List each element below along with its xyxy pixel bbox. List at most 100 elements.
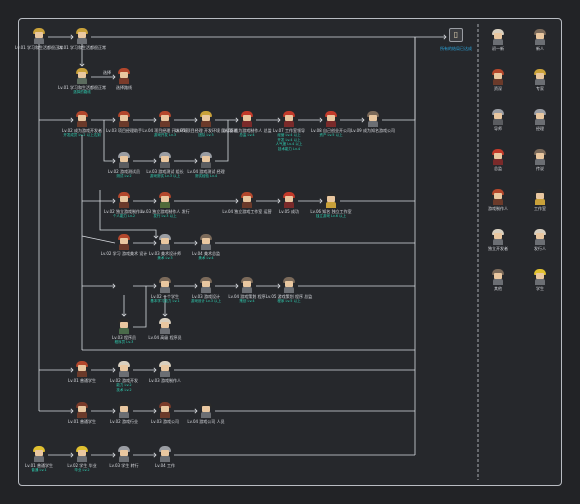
end-node[interactable]: ▯ bbox=[449, 28, 463, 42]
character-sprite-icon bbox=[117, 446, 131, 462]
character-sprite-icon bbox=[158, 277, 172, 293]
legend-label: 传说 bbox=[536, 166, 544, 171]
legend-item: 游戏制作人 bbox=[478, 189, 518, 211]
character-sprite-icon bbox=[158, 446, 172, 462]
legend-item: 经理 bbox=[520, 109, 560, 131]
career-node[interactable]: Lv.04 高级 程序员 bbox=[130, 318, 200, 340]
legend-item: 专家 bbox=[520, 69, 560, 91]
legend-label: 总监 bbox=[494, 166, 502, 171]
character-sprite-icon bbox=[240, 277, 254, 293]
character-sprite-icon bbox=[117, 318, 131, 334]
character-sprite-icon bbox=[158, 192, 172, 208]
character-sprite-icon bbox=[75, 361, 89, 377]
legend-label: 初一新 bbox=[492, 46, 504, 51]
character-sprite-icon bbox=[32, 28, 46, 44]
character-sprite-icon bbox=[117, 361, 131, 377]
node-label: Lv.01 学习和生活都很正常 bbox=[58, 45, 106, 50]
node-label: Lv.03 游戏制作人 bbox=[149, 378, 181, 383]
character-sprite-icon bbox=[158, 361, 172, 377]
character-sprite-icon bbox=[240, 111, 254, 127]
character-sprite-icon bbox=[199, 152, 213, 168]
legend-label: 新人 bbox=[536, 46, 544, 51]
character-sprite-icon bbox=[282, 277, 296, 293]
legend-label: 导师 bbox=[494, 126, 502, 131]
legend-sprite-icon bbox=[491, 29, 505, 45]
node-requirement: 资产 Lv.5 以上 bbox=[319, 133, 343, 137]
legend-sprite-icon bbox=[533, 149, 547, 165]
node-requirement: 独立游戏 Lv.6 以上 bbox=[315, 214, 347, 218]
career-node[interactable]: Lv.03 独立游戏制作人 发行 发行 Lv.3 以上 bbox=[130, 192, 200, 219]
end-node-label: 所有的结局已达成 bbox=[440, 46, 472, 51]
node-requirement: 程序 Lv.5 以上 bbox=[277, 299, 301, 303]
character-sprite-icon bbox=[158, 318, 172, 334]
legend-sprite-icon bbox=[533, 29, 547, 45]
career-node[interactable]: Lv.04 工作 bbox=[130, 446, 200, 468]
character-sprite-icon bbox=[324, 111, 338, 127]
legend-item: 发行人 bbox=[520, 229, 560, 251]
character-sprite-icon bbox=[32, 446, 46, 462]
legend-item: 新人 bbox=[520, 29, 560, 51]
character-sprite-icon bbox=[75, 111, 89, 127]
legend-label: 发行人 bbox=[534, 246, 546, 251]
legend-item: 学生 bbox=[520, 269, 560, 291]
legend-sprite-icon bbox=[491, 149, 505, 165]
legend-label: 独立开发者 bbox=[488, 246, 508, 251]
legend-label: 经理 bbox=[536, 126, 544, 131]
character-sprite-icon bbox=[117, 234, 131, 250]
node-requirement: 测试经验 Lv.4 bbox=[194, 174, 218, 178]
edge-note: 选择 bbox=[103, 70, 111, 75]
career-node[interactable]: Lv.04 游戏测试 经理 测试经验 Lv.4 bbox=[171, 152, 241, 179]
character-sprite-icon bbox=[282, 192, 296, 208]
character-sprite-icon bbox=[366, 111, 380, 127]
legend-sprite-icon bbox=[491, 189, 505, 205]
legend-item: 初一新 bbox=[478, 29, 518, 51]
character-sprite-icon bbox=[75, 402, 89, 418]
character-sprite-icon bbox=[240, 192, 254, 208]
legend-sprite-icon bbox=[533, 189, 547, 205]
legend-item: 总监 bbox=[478, 149, 518, 171]
character-sprite-icon bbox=[199, 402, 213, 418]
character-sprite-icon bbox=[158, 234, 172, 250]
character-sprite-icon bbox=[282, 111, 296, 127]
legend-sprite-icon bbox=[533, 269, 547, 285]
legend-item: 其他 bbox=[478, 269, 518, 291]
node-requirement: 美术 Lv.4 bbox=[198, 256, 214, 260]
legend-label: 专家 bbox=[536, 86, 544, 91]
legend-item: 工作室 bbox=[520, 189, 560, 211]
career-node[interactable]: Lv.09 成为知名游戏公司 bbox=[338, 111, 408, 133]
node-requirement: 毕业 Lv.2 bbox=[74, 468, 90, 472]
legend-item: 传说 bbox=[520, 149, 560, 171]
legend-label: 资深 bbox=[494, 86, 502, 91]
node-requirement: 选择的路线 bbox=[73, 90, 91, 94]
character-sprite-icon bbox=[117, 68, 131, 84]
node-label: Lv.09 成为知名游戏公司 bbox=[351, 128, 395, 133]
character-sprite-icon bbox=[117, 152, 131, 168]
character-sprite-icon bbox=[324, 192, 338, 208]
legend-sprite-icon bbox=[491, 229, 505, 245]
doorway-icon: ▯ bbox=[453, 30, 459, 39]
legend-item: 独立开发者 bbox=[478, 229, 518, 251]
legend-label: 学生 bbox=[536, 286, 544, 291]
node-label: Lv.04 工作 bbox=[155, 463, 175, 468]
career-node[interactable]: Lv.04 美术总监 美术 Lv.4 bbox=[171, 234, 241, 261]
node-requirement: 发行 Lv.3 以上 bbox=[153, 214, 177, 218]
character-sprite-icon bbox=[75, 68, 89, 84]
legend-sprite-icon bbox=[533, 69, 547, 85]
legend-sprite-icon bbox=[491, 69, 505, 85]
character-sprite-icon bbox=[158, 111, 172, 127]
legend-label: 工作室 bbox=[534, 206, 546, 211]
legend-sprite-icon bbox=[491, 269, 505, 285]
legend-sprite-icon bbox=[533, 109, 547, 125]
legend-sprite-icon bbox=[533, 229, 547, 245]
node-requirement: 技术 Lv.2 bbox=[116, 387, 132, 392]
career-node[interactable]: Lv.04 游戏公司 人员 bbox=[171, 402, 241, 424]
career-node[interactable]: Lv.01 学习和生活都很正常 bbox=[47, 28, 117, 50]
career-node[interactable]: Lv.06 知名 独立工作室 独立游戏 Lv.6 以上 bbox=[296, 192, 366, 219]
career-node[interactable]: Lv.03 游戏制作人 bbox=[130, 361, 200, 383]
node-requirement: 程序员 Lv.3 bbox=[114, 340, 134, 344]
node-label: Lv.04 游戏公司 人员 bbox=[187, 419, 225, 424]
character-sprite-icon bbox=[199, 111, 213, 127]
career-node[interactable]: Lv.05 游戏策划 程序 总监 程序 Lv.5 以上 bbox=[254, 277, 324, 304]
legend-sprite-icon bbox=[491, 109, 505, 125]
career-node[interactable]: 选择路线 bbox=[89, 68, 159, 90]
